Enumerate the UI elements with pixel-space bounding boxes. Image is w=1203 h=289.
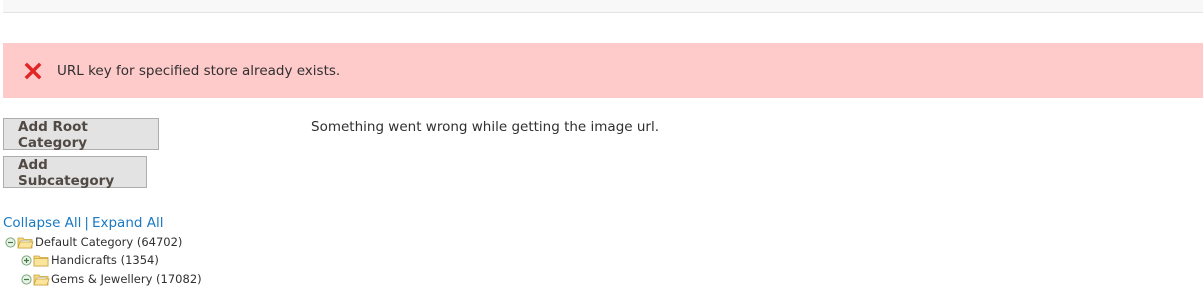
tree-node-label[interactable]: Gems & Jewellery (17082) bbox=[51, 272, 202, 286]
tree-node-gems-jewellery[interactable]: Gems & Jewellery (17082) bbox=[21, 271, 202, 287]
collapse-all-link[interactable]: Collapse All bbox=[3, 215, 81, 231]
folder-open-icon bbox=[33, 273, 50, 286]
tree-node-default-category[interactable]: Default Category (64702) bbox=[5, 234, 182, 250]
image-url-notice: Something went wrong while getting the i… bbox=[311, 119, 660, 135]
collapse-minus-icon[interactable] bbox=[21, 273, 32, 285]
add-subcategory-button[interactable]: Add Subcategory bbox=[3, 156, 147, 189]
folder-icon bbox=[33, 254, 50, 267]
tree-controls-separator: | bbox=[84, 215, 89, 231]
add-root-category-button[interactable]: Add Root Category bbox=[3, 118, 159, 151]
tree-node-label[interactable]: Handicrafts (1354) bbox=[51, 253, 159, 267]
error-x-icon bbox=[24, 62, 42, 80]
folder-open-icon bbox=[17, 236, 34, 249]
expand-plus-icon[interactable] bbox=[21, 254, 32, 266]
error-message-text: URL key for specified store already exis… bbox=[57, 62, 341, 79]
top-bar bbox=[3, 0, 1203, 13]
tree-node-label[interactable]: Default Category (64702) bbox=[35, 235, 182, 249]
tree-node-handicrafts[interactable]: Handicrafts (1354) bbox=[21, 252, 159, 268]
collapse-minus-icon[interactable] bbox=[5, 236, 16, 248]
expand-all-link[interactable]: Expand All bbox=[92, 215, 164, 231]
tree-controls: Collapse All | Expand All bbox=[3, 215, 163, 231]
error-message: URL key for specified store already exis… bbox=[3, 43, 1203, 98]
